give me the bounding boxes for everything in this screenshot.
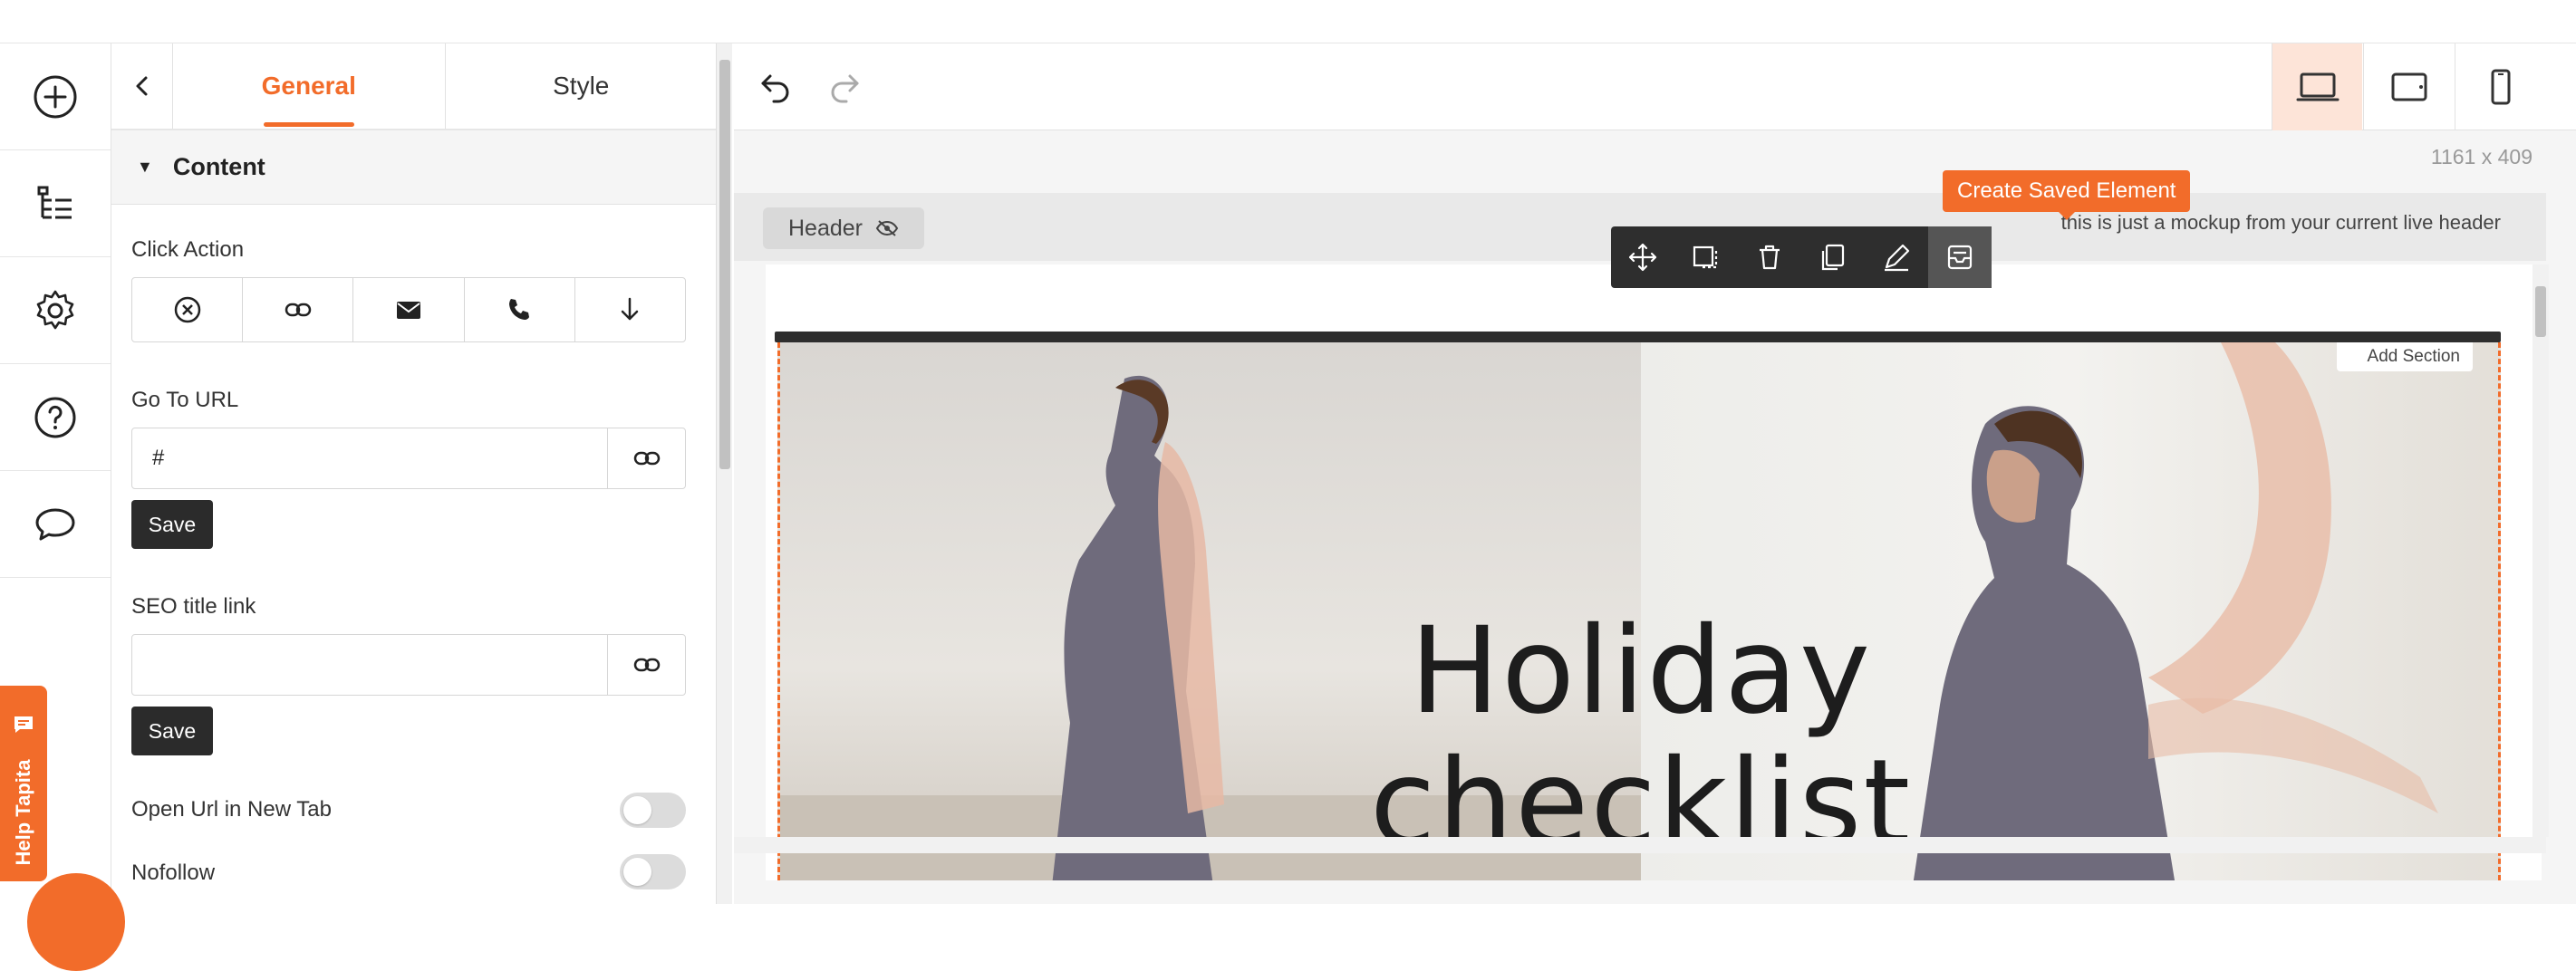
click-action-none[interactable] (132, 278, 244, 341)
go-to-url-save-button[interactable]: Save (131, 500, 213, 549)
help-tapita-tab[interactable]: Help Tapita (0, 686, 47, 881)
settings-button[interactable] (0, 257, 111, 364)
click-action-scroll[interactable] (575, 278, 685, 341)
header-label: Header (788, 215, 863, 241)
redo-icon (831, 74, 859, 103)
eye-off-icon (875, 220, 899, 236)
trash-icon (1760, 245, 1780, 270)
device-mobile-button[interactable] (2455, 43, 2545, 130)
section-top-bar (775, 332, 2501, 342)
click-action-email[interactable] (353, 278, 465, 341)
top-bar (0, 0, 2576, 43)
move-button[interactable] (1611, 226, 1674, 288)
link-icon (285, 303, 312, 317)
gear-icon (36, 290, 74, 329)
layers-button[interactable] (0, 150, 111, 257)
add-icon (34, 75, 77, 118)
save-element-icon (1947, 245, 1973, 270)
tab-style[interactable]: Style (446, 43, 718, 129)
layers-tree-icon (37, 186, 72, 218)
seo-title-link-button[interactable] (607, 635, 685, 695)
open-new-tab-label: Open Url in New Tab (131, 797, 332, 822)
click-action-group (131, 277, 686, 342)
duplicate-icon (1821, 244, 1845, 271)
phone-icon (509, 299, 530, 320)
create-saved-element-button[interactable] (1928, 226, 1992, 288)
arrow-down-icon (622, 297, 639, 321)
chat-button[interactable] (0, 471, 111, 578)
device-desktop-button[interactable] (2272, 43, 2362, 130)
panel-scrollbar[interactable] (716, 43, 732, 904)
canvas-vertical-scrollbar[interactable] (2533, 264, 2549, 837)
open-new-tab-toggle[interactable] (620, 793, 686, 828)
undo-button[interactable] (752, 63, 799, 111)
device-tablet-button[interactable] (2363, 43, 2454, 130)
hero-title[interactable]: Holiday checklist (1370, 605, 1912, 870)
delete-button[interactable] (1738, 226, 1801, 288)
click-action-label: Click Action (131, 237, 245, 262)
canvas-dimensions: 1161 x 409 (2430, 145, 2533, 168)
click-action-phone[interactable] (465, 278, 575, 341)
hero-title-line-1: Holiday (1409, 601, 1873, 741)
tablet-icon (2391, 72, 2426, 101)
help-icon (34, 397, 76, 437)
nofollow-label: Nofollow (131, 860, 216, 885)
seo-title-link-label: SEO title link (131, 594, 256, 619)
go-to-url-link-button[interactable] (607, 428, 685, 488)
undo-icon (761, 74, 789, 103)
resize-button[interactable] (1674, 226, 1738, 288)
add-element-button[interactable] (0, 43, 111, 150)
chevron-left-icon (136, 76, 147, 96)
canvas-stage: Holiday checklist Add Section (766, 264, 2542, 880)
nofollow-toggle[interactable] (620, 854, 686, 889)
canvas-vscroll-thumb[interactable] (2535, 286, 2546, 337)
panel-tabs: General Style (111, 43, 718, 130)
go-to-url-input[interactable] (132, 428, 607, 488)
click-action-link[interactable] (243, 278, 354, 341)
chat-icon (35, 508, 75, 540)
link-icon (633, 451, 660, 466)
go-to-url-label: Go To URL (131, 388, 239, 412)
seo-title-link-save-button[interactable]: Save (131, 707, 213, 755)
mockup-note: this is just a mockup from your current … (2060, 211, 2501, 234)
chat-icon (14, 716, 33, 733)
mobile-icon (2491, 69, 2510, 105)
caret-down-icon: ▼ (137, 158, 153, 176)
content-section-header[interactable]: ▼ Content (111, 130, 718, 205)
properties-panel: General Style ▼ Content Click Action Go … (111, 43, 719, 904)
hero-section[interactable]: Holiday checklist Add Section (777, 342, 2501, 880)
header-toggle-button[interactable]: Header (763, 207, 924, 249)
section-title: Content (172, 153, 265, 180)
back-button[interactable] (111, 43, 173, 129)
move-icon (1628, 243, 1657, 272)
canvas-toolbar (734, 43, 2576, 130)
seo-title-link-input[interactable] (132, 635, 607, 695)
help-launcher-button[interactable] (27, 873, 125, 971)
create-saved-element-tooltip: Create Saved Element (1943, 170, 2191, 220)
desktop-icon (2296, 72, 2339, 101)
duplicate-button[interactable] (1801, 226, 1865, 288)
element-toolbar (1611, 226, 1992, 288)
redo-button[interactable] (821, 63, 868, 111)
link-icon (633, 658, 660, 672)
resize-icon (1693, 245, 1718, 269)
go-to-url-row (131, 428, 686, 489)
edit-icon (1885, 244, 1910, 272)
canvas-horizontal-scrollbar[interactable] (734, 837, 2546, 853)
add-section-button[interactable]: Add Section (2336, 342, 2473, 371)
help-tapita-label: Help Tapita (12, 759, 34, 866)
none-icon (174, 296, 200, 323)
seo-title-link-row (131, 634, 686, 696)
help-button[interactable] (0, 364, 111, 471)
panel-scroll-thumb[interactable] (719, 60, 730, 469)
email-icon (397, 302, 420, 319)
tab-general[interactable]: General (173, 43, 446, 129)
edit-button[interactable] (1865, 226, 1928, 288)
editor-canvas: 1161 x 409 Header this is just a mockup … (734, 43, 2576, 904)
